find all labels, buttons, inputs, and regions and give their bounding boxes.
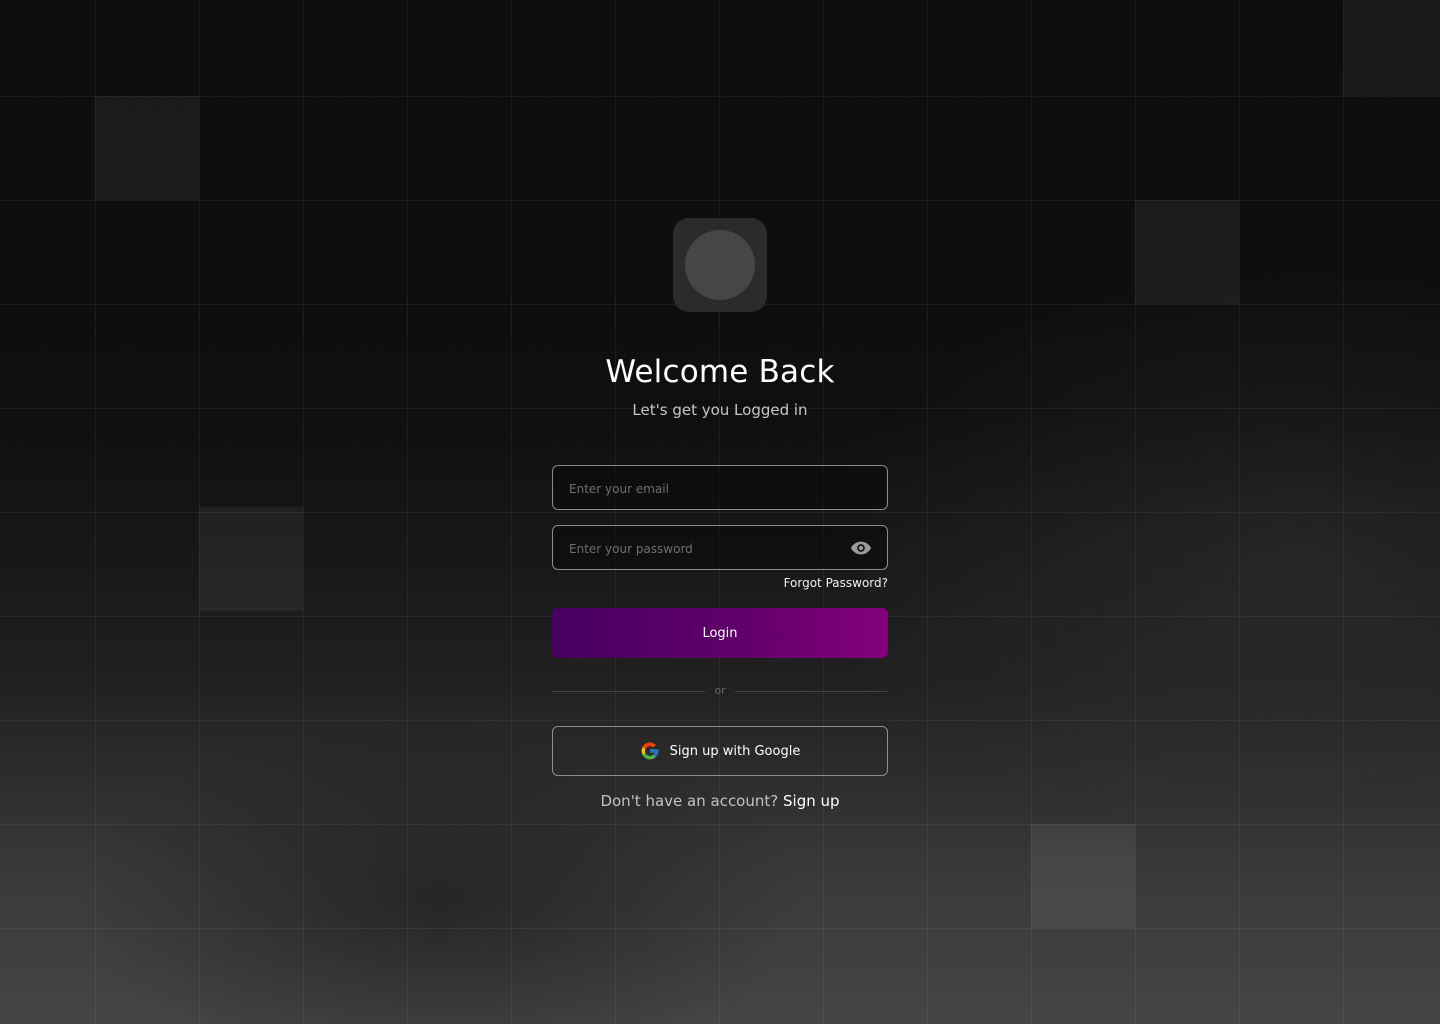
page-title: Welcome Back — [605, 354, 835, 390]
password-input[interactable] — [567, 526, 841, 571]
page-subtitle: Let's get you Logged in — [632, 401, 808, 419]
eye-icon[interactable] — [850, 539, 872, 557]
background-tile — [1031, 824, 1135, 928]
login-button[interactable]: Login — [552, 608, 888, 658]
google-signup-button[interactable]: Sign up with Google — [552, 726, 888, 776]
divider-line — [735, 691, 888, 692]
email-field[interactable] — [552, 465, 888, 511]
background-tile — [1135, 200, 1239, 304]
background-tile — [1343, 0, 1440, 96]
background-tile — [199, 507, 303, 611]
signup-prompt-text: Don't have an account? — [600, 792, 779, 810]
signup-prompt-row: Don't have an account? Sign up — [0, 792, 1440, 810]
google-icon — [641, 742, 658, 760]
forgot-password-link[interactable]: Forgot Password? — [552, 576, 888, 590]
background-tile — [95, 96, 199, 200]
divider-line — [552, 691, 705, 692]
divider-text: or — [714, 684, 726, 697]
google-signup-label: Sign up with Google — [669, 743, 801, 759]
logo-circle-icon — [685, 230, 755, 300]
signup-link[interactable]: Sign up — [783, 792, 840, 810]
email-input[interactable] — [567, 466, 841, 511]
password-field[interactable] — [552, 525, 888, 571]
app-logo — [673, 218, 767, 312]
